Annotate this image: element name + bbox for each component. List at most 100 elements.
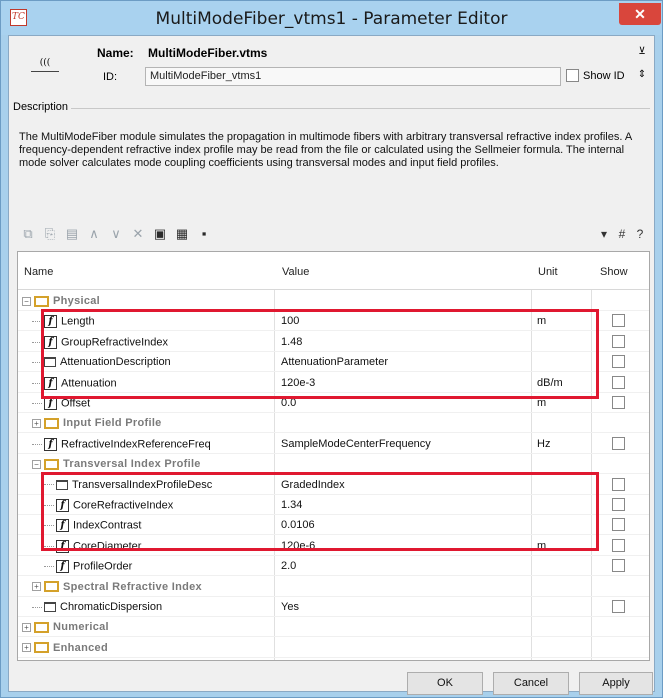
show-checkbox[interactable] bbox=[612, 375, 625, 389]
show-checkbox[interactable] bbox=[612, 334, 625, 348]
parameter-row[interactable]: f RefractiveIndexReferenceFreq SampleModeC… bbox=[18, 434, 649, 454]
scroll-arrows-icon[interactable]: ⇕ bbox=[636, 68, 648, 82]
id-label: ID: bbox=[103, 71, 118, 83]
folder-open-icon[interactable]: ▤ bbox=[63, 225, 81, 243]
expand-icon[interactable]: + bbox=[22, 622, 31, 632]
client-area: ((( Name: MultiModeFiber.vtms ID: MultiM… bbox=[8, 35, 655, 695]
parameter-name: ProfileOrder bbox=[73, 560, 133, 573]
grid-icon[interactable]: # bbox=[613, 225, 631, 243]
show-checkbox[interactable] bbox=[612, 498, 625, 511]
column-header-show[interactable]: Show bbox=[600, 266, 628, 278]
function-parameter-icon: f bbox=[44, 437, 57, 451]
parameter-row[interactable]: ChromaticDispersion Yes bbox=[18, 597, 649, 617]
copy-icon[interactable]: ⧉ bbox=[19, 225, 37, 243]
parameter-name-cell: − Transversal Index Profile bbox=[18, 458, 274, 470]
parameter-value-cell[interactable]: 2.0 bbox=[281, 560, 531, 572]
show-id-checkbox[interactable] bbox=[566, 69, 579, 82]
save-icon[interactable]: ▪ bbox=[195, 225, 213, 243]
close-button[interactable]: ✕ bbox=[619, 3, 661, 25]
tree-group-row[interactable]: + Spectral Refractive Index bbox=[18, 577, 649, 597]
parameter-name-cell: f RefractiveIndexReferenceFreq bbox=[18, 437, 274, 451]
description-panel: Description The MultiModeFiber module si… bbox=[13, 101, 650, 218]
column-header-name[interactable]: Name bbox=[24, 266, 53, 278]
parameter-name: Input Field Profile bbox=[63, 417, 162, 430]
image-icon[interactable]: ▦ bbox=[173, 225, 191, 243]
parameter-name-cell: + Enhanced bbox=[18, 642, 274, 654]
group-folder-icon bbox=[44, 458, 59, 470]
expand-icon[interactable]: + bbox=[22, 643, 31, 653]
parameter-name: RefractiveIndexReferenceFreq bbox=[61, 438, 211, 451]
show-checkbox[interactable] bbox=[612, 396, 625, 409]
parameter-name: Enhanced bbox=[53, 641, 108, 654]
parameter-name: ChromaticDispersion bbox=[60, 601, 163, 613]
parameter-name: Transversal Index Profile bbox=[63, 458, 201, 471]
description-text: The MultiModeFiber module simulates the … bbox=[19, 131, 632, 169]
help-icon[interactable]: ? bbox=[631, 225, 649, 243]
show-checkbox[interactable] bbox=[612, 436, 625, 450]
group-folder-icon bbox=[44, 581, 59, 593]
module-name: MultiModeFiber.vtms bbox=[148, 46, 268, 60]
cancel-button[interactable]: Cancel bbox=[493, 672, 569, 695]
tree-connector bbox=[32, 606, 42, 608]
description-title: Description bbox=[13, 101, 72, 113]
folder-parameter-icon bbox=[44, 602, 56, 613]
name-label: Name: bbox=[97, 46, 134, 60]
grid-header: Name Value Unit Show bbox=[18, 252, 649, 290]
parameter-name-cell: ChromaticDispersion bbox=[18, 601, 274, 613]
group-folder-icon bbox=[34, 642, 49, 654]
show-id-label: Show ID bbox=[583, 70, 625, 82]
parameter-name-cell: f ProfileOrder bbox=[18, 560, 274, 574]
group-folder-icon bbox=[34, 295, 49, 307]
highlight-index-profile-params bbox=[41, 472, 599, 551]
parameter-editor-window: TC MultiModeFiber_vtms1 - Parameter Edit… bbox=[0, 0, 663, 698]
move-down-icon[interactable]: ∨ bbox=[107, 225, 125, 243]
document-icon[interactable]: ▣ bbox=[151, 225, 169, 243]
function-parameter-icon: f bbox=[56, 560, 69, 574]
id-field[interactable]: MultiModeFiber_vtms1 bbox=[145, 67, 561, 86]
parameter-name-cell: + Spectral Refractive Index bbox=[18, 581, 274, 593]
tree-group-row[interactable]: − Physical bbox=[18, 291, 649, 311]
parameter-value-cell[interactable]: Yes bbox=[281, 601, 531, 613]
tree-group-row[interactable]: + Input Field Profile bbox=[18, 413, 649, 434]
expand-icon[interactable]: + bbox=[32, 582, 41, 592]
module-icon: ((( bbox=[31, 54, 59, 72]
collapse-icon[interactable]: − bbox=[22, 296, 31, 306]
show-checkbox[interactable] bbox=[612, 355, 625, 369]
parameter-name-cell: − Physical bbox=[18, 295, 274, 307]
expand-icon[interactable]: + bbox=[32, 418, 41, 428]
show-checkbox[interactable] bbox=[612, 518, 625, 532]
parameter-name: Physical bbox=[53, 295, 101, 307]
pin-icon[interactable]: ⊻ bbox=[636, 46, 648, 58]
tree-group-row[interactable]: + Numerical bbox=[18, 617, 649, 638]
column-header-value[interactable]: Value bbox=[282, 266, 309, 278]
tree-connector bbox=[44, 566, 54, 568]
column-header-unit[interactable]: Unit bbox=[538, 266, 558, 278]
paste-icon[interactable]: ⎘ bbox=[41, 225, 59, 243]
ok-button[interactable]: OK bbox=[407, 672, 483, 695]
parameter-value-cell[interactable]: SampleModeCenterFrequency bbox=[281, 438, 531, 450]
show-checkbox[interactable] bbox=[612, 559, 625, 573]
filter-icon[interactable]: ▾ bbox=[595, 225, 613, 243]
move-up-icon[interactable]: ∧ bbox=[85, 225, 103, 243]
window-title: MultiModeFiber_vtms1 - Parameter Editor bbox=[155, 9, 508, 29]
tree-group-row[interactable]: + Enhanced bbox=[18, 638, 649, 658]
parameter-name: Spectral Refractive Index bbox=[63, 580, 202, 593]
show-checkbox[interactable] bbox=[612, 600, 625, 613]
toolbar: ⧉ ⎘ ▤ ∧ ∨ ✕ ▣ ▦ ▪ ▾ # ? bbox=[17, 221, 650, 247]
show-checkbox[interactable] bbox=[612, 477, 625, 491]
collapse-icon[interactable]: − bbox=[32, 459, 41, 469]
parameter-row[interactable]: f ProfileOrder 2.0 bbox=[18, 556, 649, 577]
apply-button[interactable]: Apply bbox=[579, 672, 653, 695]
tree-connector bbox=[32, 403, 42, 404]
group-folder-icon bbox=[34, 621, 49, 633]
show-checkbox[interactable] bbox=[612, 314, 625, 328]
parameter-name: Offset bbox=[61, 397, 91, 410]
show-checkbox[interactable] bbox=[612, 538, 625, 552]
parameter-unit-cell: Hz bbox=[537, 437, 551, 450]
title-bar[interactable]: TC MultiModeFiber_vtms1 - Parameter Edit… bbox=[1, 1, 662, 35]
delete-icon[interactable]: ✕ bbox=[129, 225, 147, 243]
parameter-name-cell: + Numerical bbox=[18, 621, 274, 633]
module-header: ((( Name: MultiModeFiber.vtms ID: MultiM… bbox=[9, 36, 654, 106]
tree-connector bbox=[32, 443, 42, 445]
parameter-name: Numerical bbox=[53, 621, 109, 634]
